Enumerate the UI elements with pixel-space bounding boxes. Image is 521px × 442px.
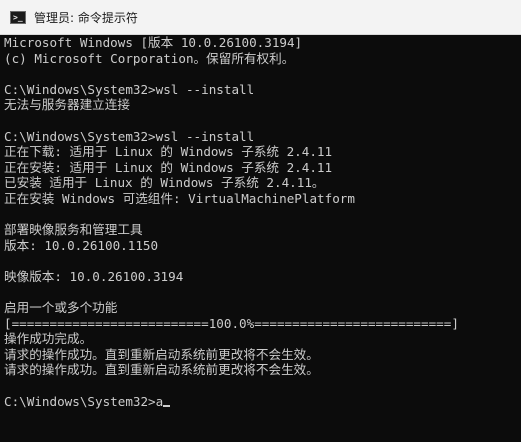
cmd-icon: >_ [10,10,26,24]
terminal-line: 正在安装 Windows 可选组件: VirtualMachinePlatfor… [4,190,355,206]
terminal-line: (c) Microsoft Corporation。保留所有权利。 [4,50,295,66]
terminal-input-line[interactable]: C:\Windows\System32>a [4,394,518,410]
terminal-line: 启用一个或多个功能 [4,300,118,316]
terminal-line: 部署映像服务和管理工具 [4,222,143,238]
terminal-line: 映像版本: 10.0.26100.3194 [4,268,184,284]
text-cursor [163,404,171,407]
title-bar[interactable]: >_ 管理员: 命令提示符 [0,0,521,35]
terminal-line: 版本: 10.0.26100.1150 [4,237,159,253]
command-prompt-window: >_ 管理员: 命令提示符 Microsoft Windows [版本 10.0… [0,0,521,442]
terminal-line: C:\Windows\System32>wsl --install [4,81,255,97]
terminal-output[interactable]: Microsoft Windows [版本 10.0.26100.3194] (c… [4,35,518,439]
terminal-line: 无法与服务器建立连接 [4,97,130,113]
terminal-line: 操作成功完成。 [4,331,93,347]
terminal-line: 已安装 适用于 Linux 的 Windows 子系统 2.4.11。 [4,175,325,191]
terminal-line: 请求的操作成功。直到重新启动系统前更改将不会生效。 [4,362,319,378]
terminal-line: Microsoft Windows [版本 10.0.26100.3194] [4,35,303,50]
window-title: 管理员: 命令提示符 [34,10,138,25]
terminal-line: 请求的操作成功。直到重新启动系统前更改将不会生效。 [4,346,319,362]
terminal-line: C:\Windows\System32>wsl --install [4,128,255,144]
terminal-line: 正在下载: 适用于 Linux 的 Windows 子系统 2.4.11 [4,144,333,160]
terminal-line: [==========================100.0%=======… [4,315,459,331]
terminal-line: 正在安装: 适用于 Linux 的 Windows 子系统 2.4.11 [4,159,333,175]
